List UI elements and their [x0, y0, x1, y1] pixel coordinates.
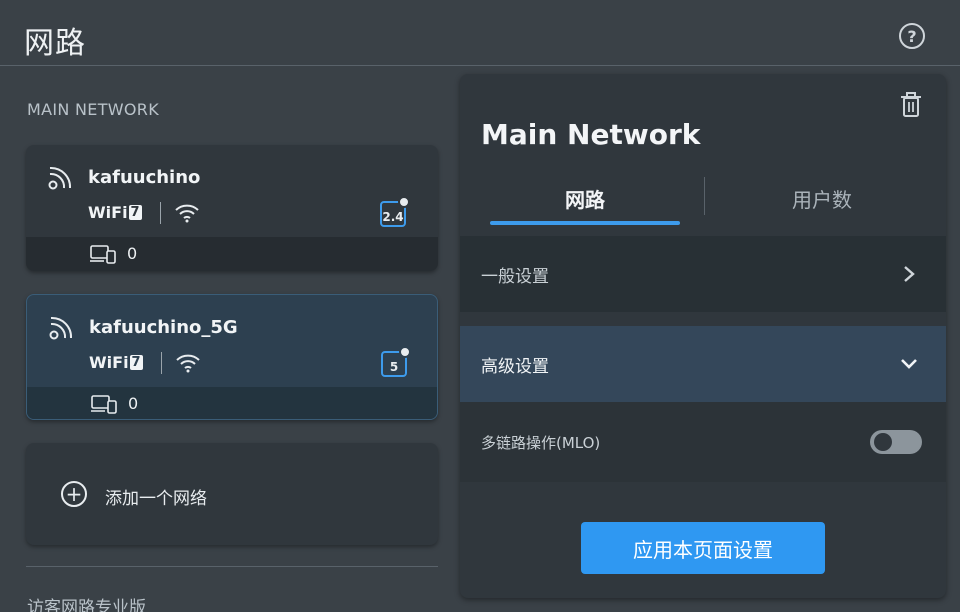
device-icon — [91, 395, 117, 414]
lock-icon — [399, 346, 411, 358]
add-network-label: 添加一个网络 — [105, 489, 207, 509]
section-label-main-network: MAIN NETWORK — [27, 100, 159, 119]
network-settings-panel: Main Network 网路 用户数 一般设置 高级设置 多链路操作(MLO)… — [460, 74, 946, 598]
wifi-icon — [175, 204, 199, 223]
mlo-row: 多链路操作(MLO) — [460, 402, 946, 482]
network-card-footer: 0 — [27, 387, 437, 419]
divider — [160, 202, 161, 224]
tab-users[interactable]: 用户数 — [727, 184, 917, 224]
band-badge: 5 — [381, 346, 411, 377]
help-icon[interactable]: ? — [899, 23, 925, 49]
wifi7-badge: WiFi 7 — [88, 203, 142, 222]
wifi-gen: 7 — [128, 205, 142, 220]
wifi7-badge: WiFi 7 — [89, 353, 143, 372]
toggle-knob — [874, 433, 892, 451]
wifi-label: WiFi — [89, 353, 129, 372]
add-network-button[interactable]: + 添加一个网络 — [26, 443, 438, 545]
device-count: 0 — [128, 394, 139, 413]
section-label-guest-network: 访客网路专业版 — [27, 598, 146, 612]
wifi-gen: 7 — [129, 355, 143, 370]
network-card-1[interactable]: kafuuchino WiFi 7 2.4 0 — [26, 145, 438, 271]
network-card-2[interactable]: kafuuchino_5G WiFi 7 5 0 — [26, 294, 438, 420]
device-count: 0 — [127, 244, 138, 263]
signal-icon — [48, 166, 72, 190]
wifi-icon — [176, 354, 200, 373]
device-icon — [90, 245, 116, 264]
network-card-footer: 0 — [26, 237, 438, 271]
plus-icon: + — [61, 481, 87, 507]
advanced-settings-label: 高级设置 — [481, 356, 549, 377]
wifi-label: WiFi — [88, 203, 128, 222]
general-settings-row[interactable]: 一般设置 — [460, 236, 946, 312]
band-badge: 2.4 — [380, 196, 410, 227]
section-divider — [26, 566, 438, 567]
general-settings-label: 一般设置 — [481, 266, 549, 287]
band-label: 5 — [389, 360, 399, 374]
band-label: 2.4 — [382, 210, 404, 224]
divider — [161, 352, 162, 374]
mlo-label: 多链路操作(MLO) — [481, 433, 601, 452]
advanced-settings-row[interactable]: 高级设置 — [460, 326, 946, 402]
panel-title: Main Network — [481, 118, 701, 151]
header: 网路 ? — [0, 0, 960, 66]
tab-separator — [704, 177, 705, 215]
lock-icon — [398, 196, 410, 208]
network-ssid: kafuuchino — [88, 167, 201, 188]
tab-active-indicator — [490, 221, 680, 225]
mlo-toggle[interactable] — [870, 430, 922, 454]
signal-icon — [49, 316, 73, 340]
chevron-down-icon — [901, 359, 917, 369]
tab-network[interactable]: 网路 — [490, 184, 680, 224]
chevron-right-icon — [904, 266, 915, 282]
network-ssid: kafuuchino_5G — [89, 317, 238, 338]
apply-settings-button[interactable]: 应用本页面设置 — [581, 522, 825, 574]
page-title: 网路 — [24, 26, 86, 61]
trash-icon[interactable] — [900, 92, 922, 118]
